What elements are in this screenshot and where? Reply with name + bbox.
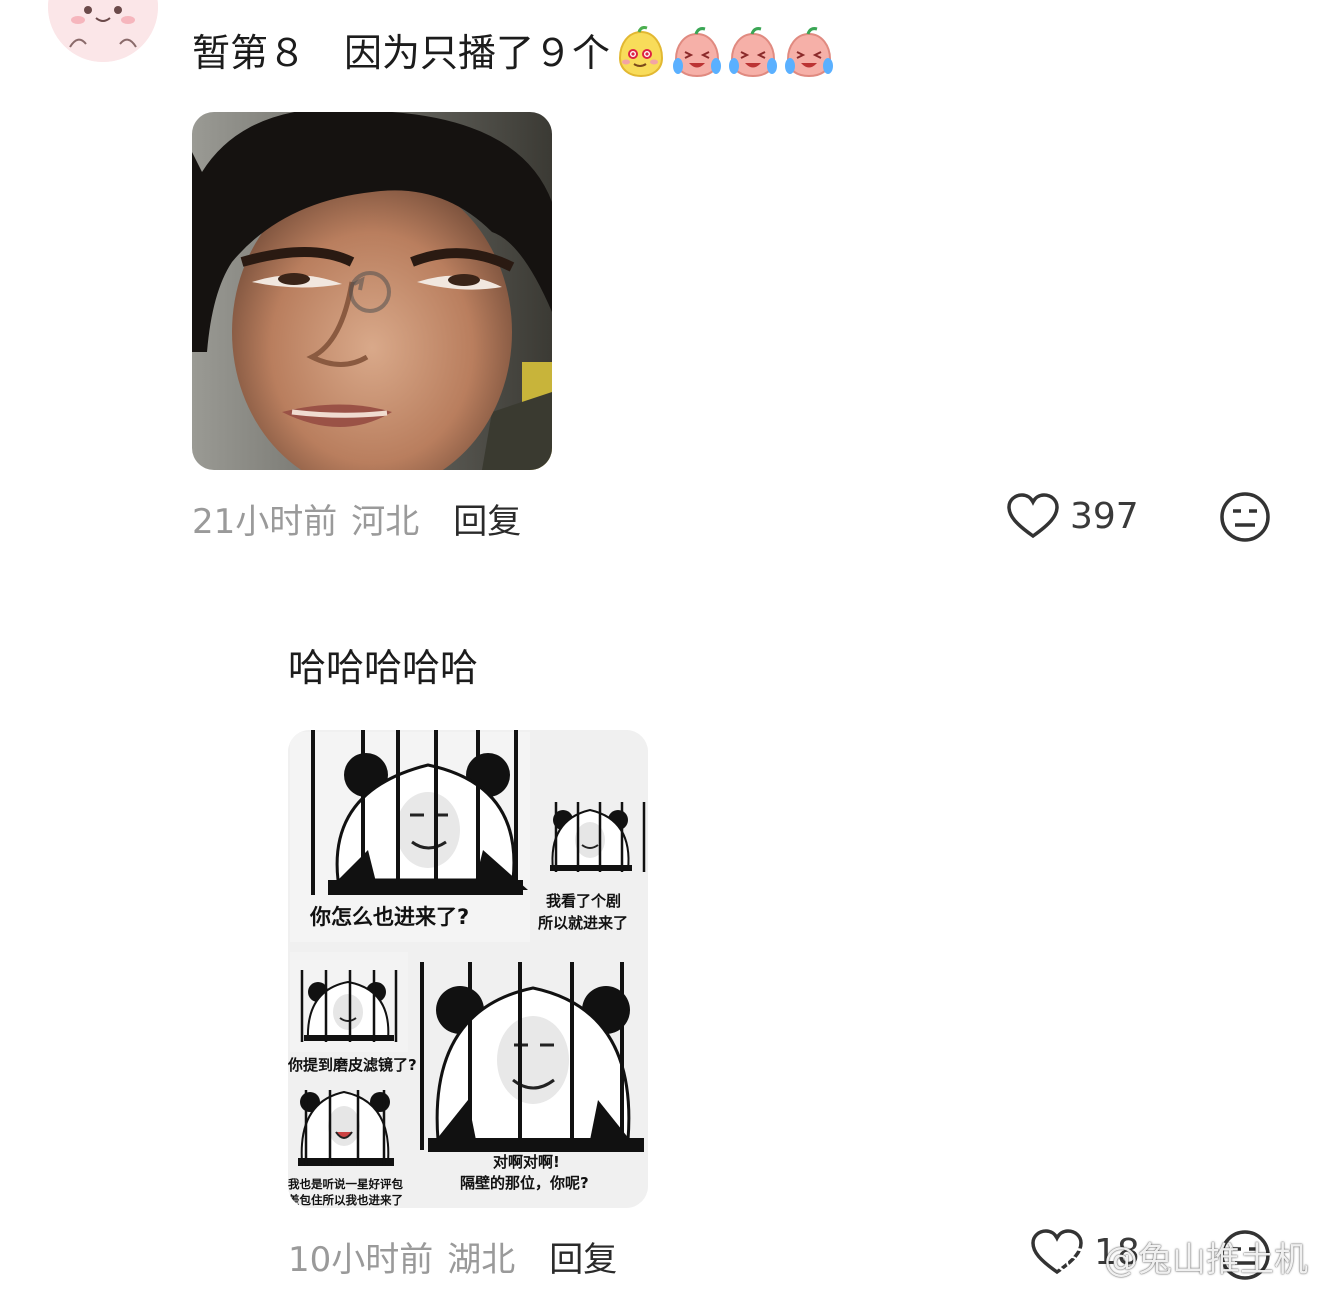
- comment-location: 河北: [351, 502, 420, 542]
- comment-meta: 21小时前 河北 回复: [192, 494, 521, 543]
- comment-image[interactable]: [192, 112, 552, 470]
- meme-caption-5b: 隔壁的那位，你呢?: [460, 1174, 589, 1192]
- meme-caption-4b: 差包住所以我也进来了: [288, 1193, 403, 1207]
- panda-face-panel-5: [428, 986, 644, 1152]
- meme-caption-2b: 所以就进来了: [538, 914, 628, 932]
- panda-face-panel-1: [328, 753, 528, 895]
- meme-caption-3: 你提到磨皮滤镜了?: [288, 1056, 417, 1074]
- comment-body: 哈哈哈哈哈: [288, 646, 479, 690]
- smug-bean-emoji-icon: [619, 26, 664, 78]
- panda-face-panel-2: [550, 808, 632, 871]
- weibo-logo-icon: [1055, 1241, 1097, 1274]
- reply-button[interactable]: 回复: [453, 494, 521, 543]
- meme-caption-4a: 我也是听说一星好评包: [288, 1177, 403, 1191]
- meme-caption-1: 你怎么也进来了?: [309, 905, 469, 929]
- heart-icon: [1007, 493, 1059, 539]
- reply-comment-meta: 10小时前 湖北 回复: [288, 1232, 617, 1281]
- emoji-row: [614, 26, 836, 80]
- comment-text: 暂第８ 因为只播了９个: [192, 26, 836, 80]
- watermark-text: @兔山推土机: [1104, 1240, 1308, 1280]
- meme-caption-5a: 对啊对啊!: [493, 1153, 560, 1171]
- panda-face-panel-4: [298, 1090, 394, 1166]
- meme-image[interactable]: 你怎么也进来了? 我看了个剧 所以就进来了 你提到磨皮滤镜了? 我也是听说一星好…: [288, 730, 648, 1208]
- crying-bean-emoji-icon: [729, 27, 778, 78]
- reply-button[interactable]: 回复: [549, 1232, 617, 1281]
- like-count: 397: [1070, 495, 1139, 537]
- meme-caption-2a: 我看了个剧: [546, 892, 621, 910]
- reply-comment-text: 哈哈哈哈哈: [288, 646, 478, 690]
- comment-time: 10小时前: [288, 1240, 434, 1280]
- comment-body: 暂第８ 因为只播了９个: [192, 31, 611, 75]
- crying-bean-emoji-icon: [673, 27, 722, 78]
- user-avatar[interactable]: [48, 0, 158, 62]
- dislike-face-icon[interactable]: [1218, 490, 1272, 544]
- comment-time: 21小时前: [192, 502, 338, 542]
- comment-location: 湖北: [447, 1240, 516, 1280]
- weibo-watermark: @兔山推土机: [1054, 1232, 1308, 1281]
- like-button[interactable]: 397: [1006, 492, 1139, 540]
- crying-bean-emoji-icon: [785, 27, 834, 78]
